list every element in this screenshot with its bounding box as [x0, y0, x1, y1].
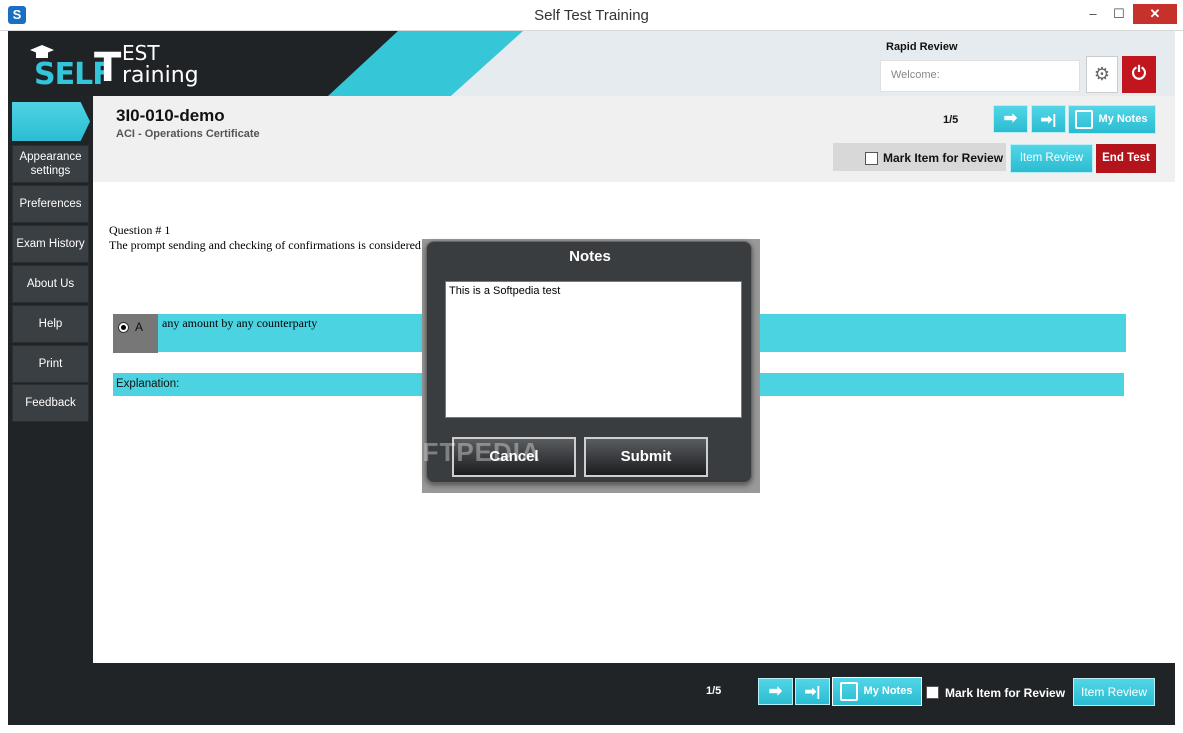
answer-letter: A	[135, 320, 144, 334]
maximize-button[interactable]: ☐	[1108, 4, 1130, 24]
my-notes-button[interactable]: My Notes	[1068, 105, 1156, 134]
my-notes-label: My Notes	[1098, 113, 1148, 125]
bottom-next-button[interactable]: ➡	[758, 678, 793, 705]
sidebar-item-exam-history[interactable]: Exam History	[12, 225, 89, 263]
logo-est: EST	[122, 41, 160, 65]
mark-review-label: Mark Item for Review	[883, 151, 1004, 165]
sidebar-item-help[interactable]: Help	[12, 305, 89, 343]
settings-button[interactable]: ⚙	[1086, 56, 1118, 93]
question-block: Question # 1 The prompt sending and chec…	[109, 223, 421, 253]
answer-option-a[interactable]: A	[113, 314, 158, 353]
bottom-my-notes-label: My Notes	[863, 685, 913, 697]
sidebar-active-tab[interactable]	[12, 102, 90, 141]
notes-icon	[1075, 110, 1093, 129]
bottom-item-review-button[interactable]: Item Review	[1073, 678, 1155, 706]
last-button[interactable]: ➡|	[1031, 105, 1066, 133]
softpedia-watermark: SOFTPEDIA	[383, 437, 541, 467]
sidebar-item-feedback[interactable]: Feedback	[12, 384, 89, 422]
end-test-button[interactable]: End Test	[1096, 144, 1156, 173]
submit-button[interactable]: Submit	[584, 437, 708, 477]
sidebar-item-appearance-settings[interactable]: Appearance settings	[12, 145, 89, 183]
bottom-question-pager: 1/5	[706, 685, 722, 697]
close-button[interactable]: ✕	[1133, 4, 1177, 24]
gear-icon: ⚙	[1093, 64, 1111, 84]
bottom-mark-review-label: Mark Item for Review	[945, 686, 1066, 700]
bottom-mark-review-checkbox[interactable]	[926, 686, 939, 699]
exam-title: 3I0-010-demo	[116, 106, 225, 125]
bottom-last-button[interactable]: ➡|	[795, 678, 830, 705]
logo-raining: raining	[122, 63, 199, 88]
arrow-to-end-icon: ➡|	[804, 683, 821, 699]
next-button[interactable]: ➡	[993, 105, 1028, 133]
arrow-to-end-icon: ➡|	[1040, 111, 1057, 127]
power-icon: ⏻	[1131, 63, 1147, 83]
sidebar-item-print[interactable]: Print	[12, 345, 89, 383]
mark-for-review-toggle[interactable]: Mark Item for Review	[833, 143, 1006, 171]
minimize-button[interactable]: –	[1082, 4, 1104, 24]
answer-text: any amount by any counterparty	[162, 316, 318, 330]
sidebar-item-preferences[interactable]: Preferences	[12, 185, 89, 223]
app-header: SELF T EST raining Rapid Review Welcome:…	[8, 31, 1175, 96]
self-test-training-logo: SELF T EST raining	[28, 39, 208, 92]
question-text: The prompt sending and checking of confi…	[109, 238, 421, 252]
answer-radio[interactable]	[118, 322, 129, 333]
arrow-right-icon: ➡	[1003, 110, 1018, 127]
exam-subtitle: ACI - Operations Certificate	[116, 128, 260, 140]
notes-icon	[840, 682, 858, 701]
power-button[interactable]: ⏻	[1122, 56, 1156, 93]
rapid-review-label: Rapid Review	[886, 41, 958, 53]
question-pager: 1/5	[943, 114, 959, 126]
item-review-button[interactable]: Item Review	[1010, 144, 1093, 173]
notes-textarea[interactable]: This is a Softpedia test	[445, 281, 742, 418]
sidebar-item-about-us[interactable]: About Us	[12, 265, 89, 303]
dialog-title: Notes	[569, 248, 611, 265]
bottom-my-notes-button[interactable]: My Notes	[832, 677, 922, 706]
mark-review-checkbox[interactable]	[865, 152, 878, 165]
window-titlebar: S Self Test Training – ☐ ✕	[0, 0, 1183, 31]
window-title: Self Test Training	[534, 7, 649, 24]
arrow-right-icon: ➡	[768, 683, 783, 700]
welcome-field: Welcome:	[880, 60, 1080, 92]
question-number: Question # 1	[109, 223, 171, 237]
logo-t: T	[94, 45, 122, 91]
